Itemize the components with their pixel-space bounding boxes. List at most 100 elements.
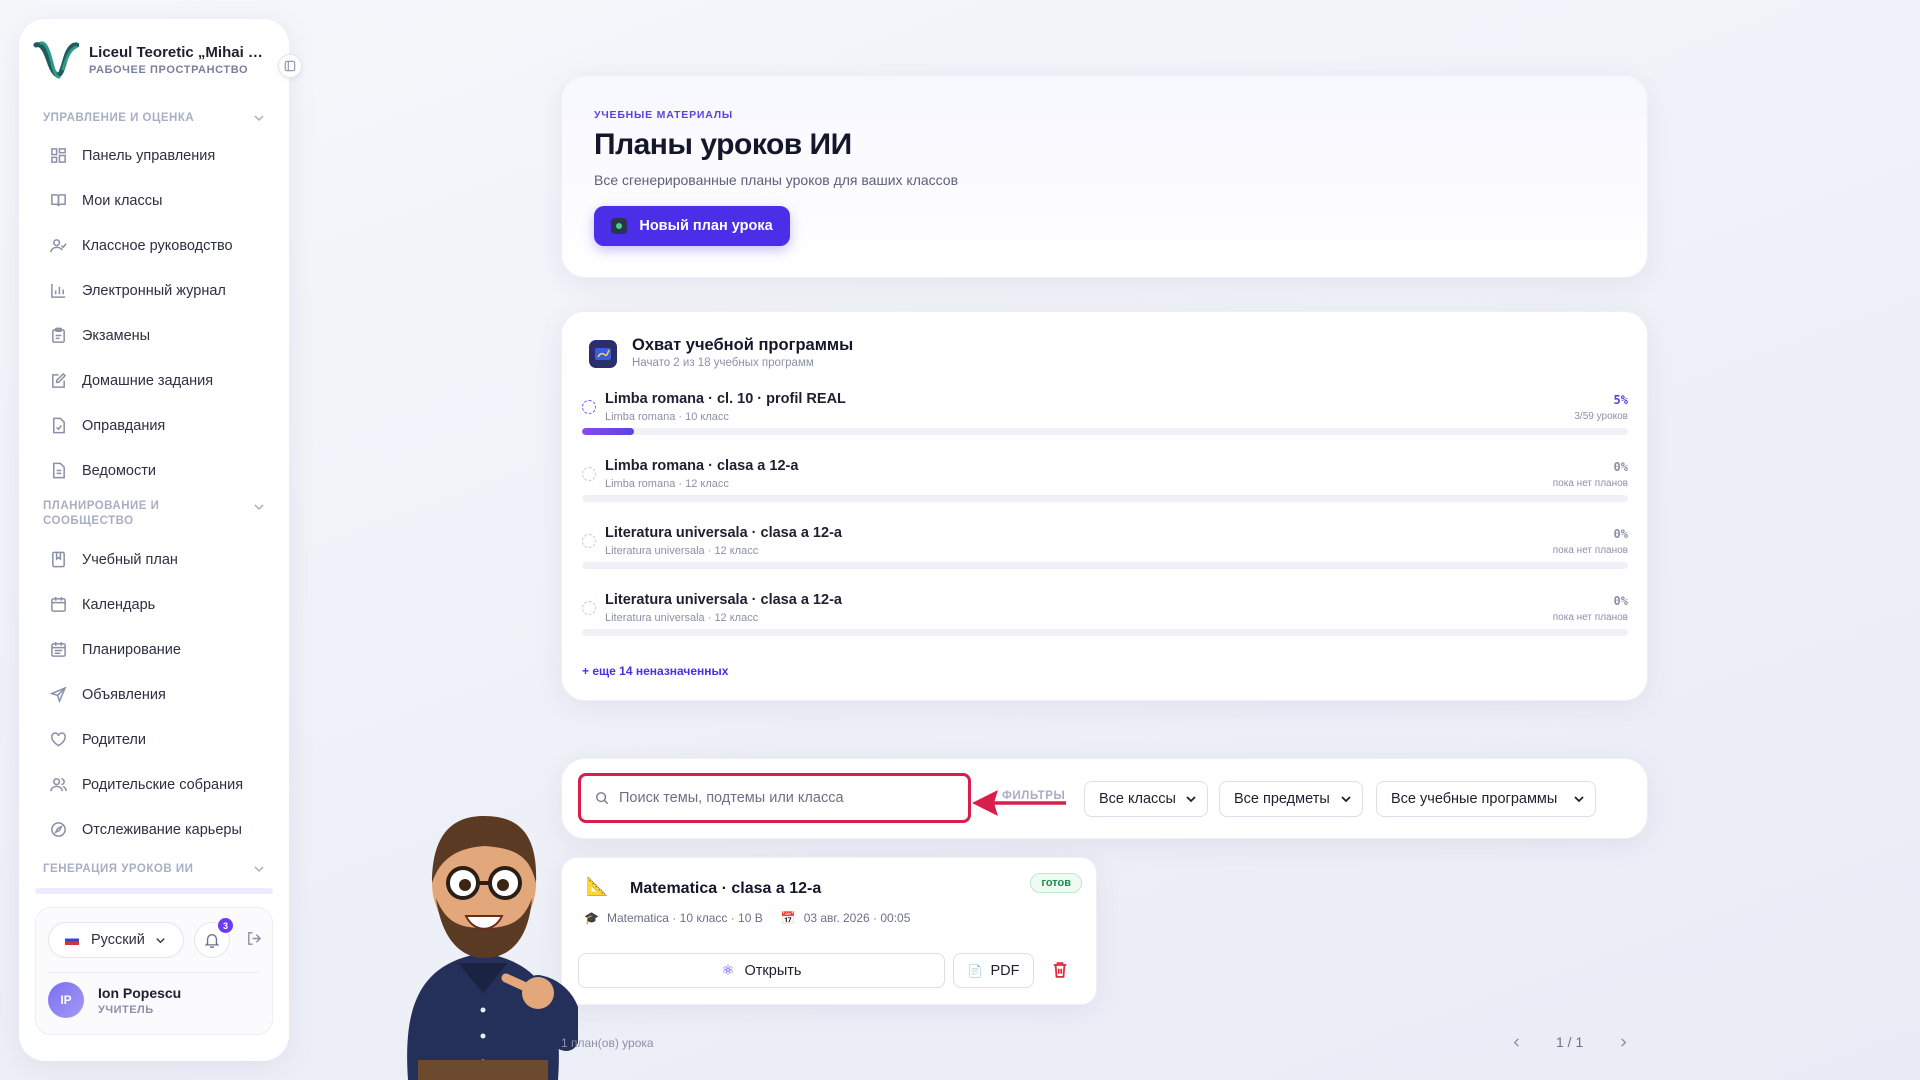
open-button[interactable]: ⚛ Открыть — [578, 953, 945, 988]
compass-icon — [51, 822, 66, 837]
plan-meta: 🎓 Matematica · 10 класс · 10 B 📅 03 авг.… — [584, 911, 918, 925]
sidebar-item-homeroom[interactable]: Классное руководство — [19, 223, 289, 268]
notifications-badge: 3 — [218, 918, 233, 933]
coverage-row[interactable]: Limba romana · cl. 10 · profil REAL Limb… — [582, 391, 1628, 457]
sidebar-item-label: Оправдания — [82, 417, 166, 434]
sidebar-item-parent-meetings[interactable]: Родительские собрания — [19, 762, 289, 807]
progress-bar — [582, 495, 1628, 502]
sidebar-item-my-classes[interactable]: Мои классы — [19, 178, 289, 223]
program-percent: 0% — [1613, 460, 1628, 474]
plan-subject-meta: Matematica · 10 класс · 10 B — [606, 911, 763, 925]
class-select[interactable]: Все классы — [1084, 781, 1208, 817]
page-indicator: 1 / 1 — [1556, 1034, 1584, 1050]
subject-select[interactable]: Все предметы — [1219, 781, 1363, 817]
program-note: пока нет планов — [1552, 612, 1628, 623]
coverage-row[interactable]: Literatura universala · clasa a 12-a Lit… — [582, 525, 1628, 591]
section-management[interactable]: УПРАВЛЕНИЕ И ОЦЕНКА — [19, 109, 289, 127]
program-select[interactable]: Все учебные программы — [1376, 781, 1596, 817]
progress-ring-icon — [582, 601, 596, 615]
graduation-cap-icon: 🎓 — [584, 911, 599, 925]
sidebar: Liceul Teoretic „Mihai Eminescu” РАБОЧЕЕ… — [19, 19, 289, 1061]
sidebar-item-label: Планирование — [82, 641, 181, 658]
sidebar-item-label: Объявления — [82, 686, 166, 703]
sidebar-item-announcements[interactable]: Объявления — [19, 672, 289, 717]
book-icon — [51, 194, 66, 207]
program-name: Literatura universala · clasa a 12-a — [605, 525, 842, 541]
sidebar-item-dashboard[interactable]: Панель управления — [19, 133, 289, 178]
sidebar-item-planning[interactable]: Планирование — [19, 627, 289, 672]
program-percent: 0% — [1613, 527, 1628, 541]
ruler-triangle-icon: 📐 — [586, 876, 609, 896]
sidebar-active-indicator — [35, 888, 273, 894]
page-description: Все сгенерированные планы уроков для ваш… — [594, 172, 959, 188]
trash-icon[interactable] — [1050, 960, 1070, 980]
sidebar-item-career-tracking[interactable]: Отслеживание карьеры — [19, 807, 289, 852]
coverage-row[interactable]: Literatura universala · clasa a 12-a Lit… — [582, 592, 1628, 658]
new-lesson-plan-button[interactable]: Новый план урока — [594, 206, 790, 246]
sidebar-item-parents[interactable]: Родители — [19, 717, 289, 762]
section-ai-generation[interactable]: ГЕНЕРАЦИЯ УРОКОВ ИИ — [19, 860, 289, 878]
sidebar-item-label: Календарь — [82, 596, 156, 613]
sidebar-item-exams[interactable]: Экзамены — [19, 313, 289, 358]
language-select[interactable]: Русский — [48, 922, 184, 958]
logout-icon[interactable] — [246, 930, 263, 947]
search-input[interactable] — [619, 790, 949, 806]
section-title: УПРАВЛЕНИЕ И ОЦЕНКА — [43, 112, 195, 124]
sidebar-item-homework[interactable]: Домашние задания — [19, 358, 289, 403]
calendar-lines-icon — [51, 641, 66, 657]
section-planning[interactable]: ПЛАНИРОВАНИЕ И СООБЩЕСТВО — [19, 499, 289, 531]
program-note: пока нет планов — [1552, 478, 1628, 489]
sidebar-item-e-journal[interactable]: Электронный журнал — [19, 268, 289, 313]
notifications-button[interactable]: 3 — [194, 918, 233, 958]
sidebar-item-calendar[interactable]: Календарь — [19, 582, 289, 627]
language-label: Русский — [91, 932, 145, 948]
user-role: УЧИТЕЛЬ — [98, 1003, 154, 1016]
chevron-left-icon — [1513, 1037, 1519, 1047]
status-badge: готов — [1030, 873, 1082, 893]
users-icon — [50, 778, 67, 792]
workspace-header[interactable]: Liceul Teoretic „Mihai Eminescu” РАБОЧЕЕ… — [19, 19, 289, 83]
search-box[interactable] — [578, 773, 971, 823]
notebook-icon — [52, 551, 65, 568]
coverage-icon — [589, 340, 617, 368]
user-profile[interactable]: IP Ion Popescu УЧИТЕЛЬ — [48, 982, 181, 1018]
progress-ring-icon — [582, 534, 596, 548]
lesson-plan-card[interactable]: 📐 Matematica · clasa a 12-a готов 🎓 Mate… — [561, 857, 1097, 1005]
pagination: 1 / 1 — [1500, 1034, 1639, 1050]
chevron-down-icon — [254, 504, 264, 511]
coverage-row[interactable]: Limba romana · clasa a 12-a Limba romana… — [582, 458, 1628, 524]
bell-icon — [204, 934, 220, 948]
sidebar-item-label: Электронный журнал — [82, 282, 226, 299]
progress-ring-icon — [582, 467, 596, 481]
collapse-sidebar-button[interactable] — [278, 54, 302, 78]
page-title: Планы уроков ИИ — [594, 128, 852, 161]
sidebar-item-label: Ведомости — [82, 462, 156, 479]
hero-card: УЧЕБНЫЕ МАТЕРИАЛЫ Планы уроков ИИ Все сг… — [561, 75, 1648, 278]
plan-title: Matematica · clasa a 12-a — [630, 880, 822, 897]
sidebar-item-curriculum[interactable]: Учебный план — [19, 537, 289, 582]
progress-fill — [582, 428, 635, 435]
sidebar-toggle-icon — [284, 60, 296, 72]
pdf-button[interactable]: 📄 PDF — [953, 953, 1034, 988]
prev-page-button[interactable] — [1500, 1037, 1532, 1048]
workspace-subtitle: РАБОЧЕЕ ПРОСТРАНСТВО — [89, 64, 249, 76]
sidebar-item-label: Родительские собрания — [82, 776, 244, 793]
teacher-mascot-illustration — [407, 816, 578, 1080]
sidebar-item-label: Экзамены — [82, 327, 151, 344]
select-value: Все учебные программы — [1391, 791, 1558, 807]
program-name: Limba romana · cl. 10 · profil REAL — [605, 391, 846, 407]
divider — [48, 972, 260, 973]
filters-bar: ФИЛЬТРЫ Все классы Все предметы Все учеб… — [561, 758, 1648, 839]
calendar-icon: 📅 — [780, 911, 796, 925]
school-logo-icon — [33, 41, 79, 79]
program-meta: Literatura universala · 12 класс — [605, 612, 759, 624]
chevron-down-icon — [156, 937, 165, 943]
program-meta: Limba romana · 12 класс — [605, 478, 729, 490]
progress-bar — [582, 629, 1628, 636]
heart-icon — [51, 732, 66, 747]
show-more-link[interactable]: + еще 14 неназначенных — [582, 664, 728, 678]
sidebar-item-excuses[interactable]: Оправдания — [19, 403, 289, 448]
next-page-button[interactable] — [1607, 1037, 1639, 1048]
sidebar-item-reports[interactable]: Ведомости — [19, 448, 289, 493]
button-label: Открыть — [744, 962, 802, 979]
